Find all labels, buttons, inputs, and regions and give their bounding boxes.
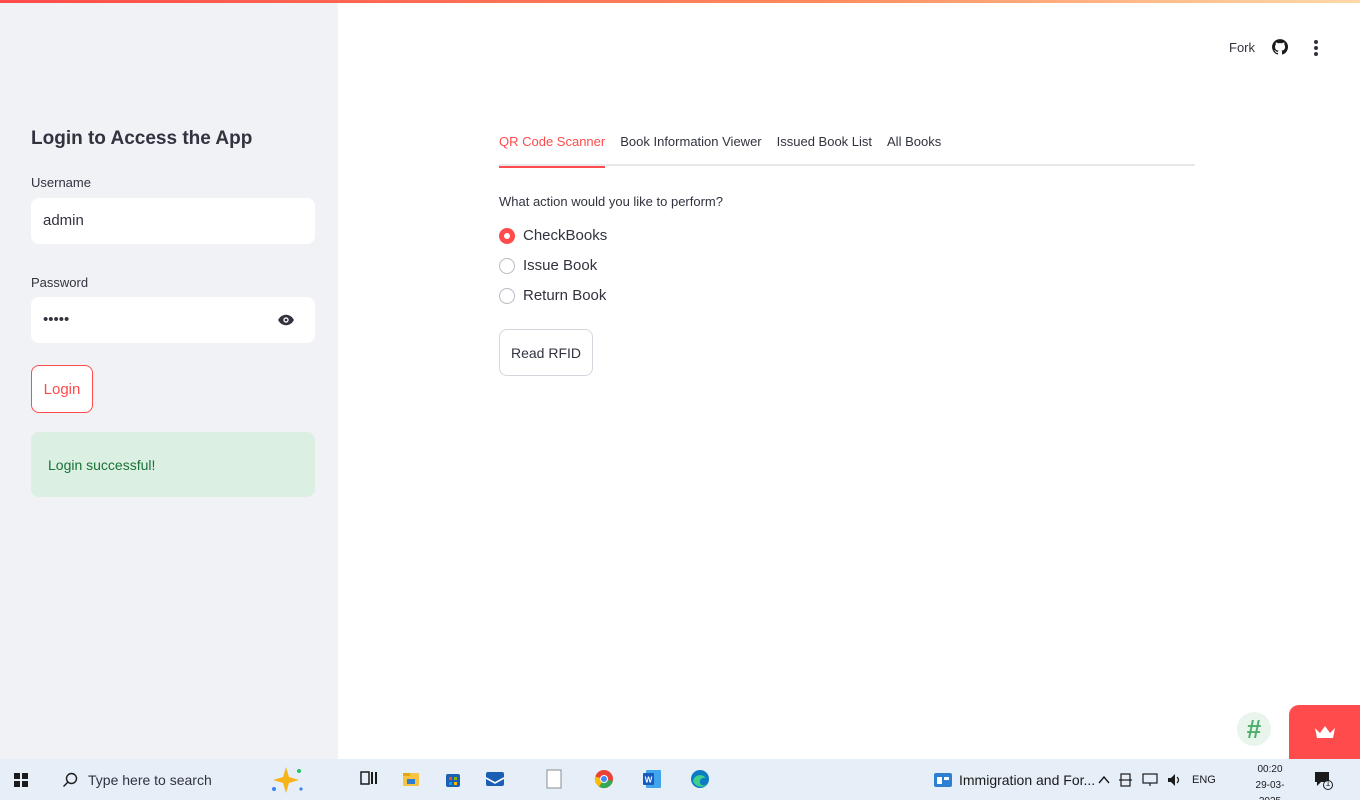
language-indicator[interactable]: ENG xyxy=(1192,774,1216,786)
radio-unchecked-icon[interactable] xyxy=(499,287,515,304)
store-icon[interactable] xyxy=(444,770,462,788)
tab-qr-code-scanner[interactable]: QR Code Scanner xyxy=(499,128,606,168)
tab-all-books[interactable]: All Books xyxy=(887,128,941,166)
running-app-label: Immigration and For... xyxy=(959,771,1096,788)
radio-option-checkbooks[interactable]: CheckBooks xyxy=(499,227,607,244)
copilot-sparkle-icon[interactable] xyxy=(268,765,304,795)
radio-option-issue-book[interactable]: Issue Book xyxy=(499,257,597,274)
radio-label: Issue Book xyxy=(523,257,598,274)
tab-book-information-viewer[interactable]: Book Information Viewer xyxy=(620,128,761,166)
task-view-icon[interactable] xyxy=(360,770,378,788)
password-value: ••••• xyxy=(43,311,70,328)
notification-count: 1 xyxy=(1325,779,1331,788)
radio-unchecked-icon[interactable] xyxy=(499,257,515,274)
search-icon xyxy=(63,772,78,787)
more-options-icon[interactable] xyxy=(1312,38,1320,58)
volume-icon[interactable] xyxy=(1167,773,1183,787)
success-message: Login successful! xyxy=(48,456,156,473)
crown-button[interactable] xyxy=(1289,705,1360,759)
chevron-up-icon[interactable] xyxy=(1098,775,1110,785)
username-label: Username xyxy=(31,175,91,190)
hash-widget-icon[interactable]: # xyxy=(1237,712,1271,746)
taskbar: Type here to search W Immigration and Fo… xyxy=(0,759,1360,800)
chrome-icon[interactable] xyxy=(594,769,614,789)
taskbar-search[interactable]: Type here to search xyxy=(48,759,248,800)
meet-now-icon[interactable] xyxy=(1119,772,1133,788)
radio-checked-icon[interactable] xyxy=(499,227,515,244)
search-placeholder: Type here to search xyxy=(88,771,212,788)
radio-label: Return Book xyxy=(523,287,607,304)
tab-issued-book-list[interactable]: Issued Book List xyxy=(777,128,872,166)
notification-center[interactable]: 1 xyxy=(1313,770,1333,790)
radio-label: CheckBooks xyxy=(523,227,608,244)
clock-date: 29-03-2025 xyxy=(1255,780,1285,800)
file-explorer-icon[interactable] xyxy=(402,770,420,788)
password-label: Password xyxy=(31,275,89,290)
system-tray: ENG xyxy=(1098,759,1216,800)
radio-option-return-book[interactable]: Return Book xyxy=(499,287,606,304)
password-input[interactable]: ••••• xyxy=(31,297,315,343)
fork-link[interactable]: Fork xyxy=(1229,40,1255,55)
word-icon[interactable]: W xyxy=(642,769,662,789)
username-value: admin xyxy=(43,212,84,229)
sidebar-title: Login to Access the App xyxy=(31,128,253,149)
svg-text:W: W xyxy=(645,776,653,785)
login-button[interactable]: Login xyxy=(31,365,93,413)
app-window-icon xyxy=(934,772,952,787)
mail-icon[interactable] xyxy=(485,770,505,788)
edge-icon[interactable] xyxy=(690,769,710,789)
sidebar: Login to Access the App Username admin P… xyxy=(0,3,338,759)
login-success-alert: Login successful! xyxy=(31,432,315,497)
clock-time: 00:20 xyxy=(1257,764,1283,775)
eye-icon[interactable] xyxy=(277,311,295,329)
tab-bar: QR Code Scanner Book Information Viewer … xyxy=(499,128,1195,168)
read-rfid-button[interactable]: Read RFID xyxy=(499,329,593,376)
network-icon[interactable] xyxy=(1142,772,1158,787)
notepad-icon[interactable] xyxy=(546,769,562,789)
windows-start-icon[interactable] xyxy=(14,773,28,787)
running-app-immigration[interactable]: Immigration and For... xyxy=(934,759,1095,800)
crown-icon xyxy=(1314,726,1335,738)
action-question: What action would you like to perform? xyxy=(499,194,723,209)
username-input[interactable]: admin xyxy=(31,198,315,244)
github-icon[interactable] xyxy=(1271,38,1289,56)
clock[interactable]: 00:20 29-03-2025 xyxy=(1250,762,1290,800)
